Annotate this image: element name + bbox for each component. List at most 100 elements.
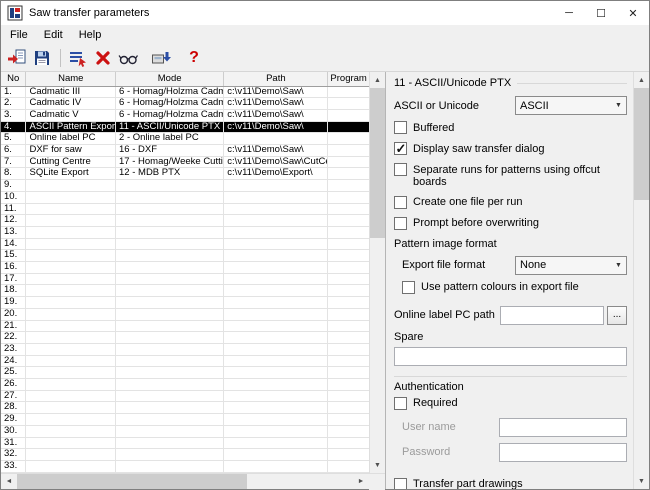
column-header-mode[interactable]: Mode [116, 72, 224, 86]
checkbox-box[interactable] [394, 121, 407, 134]
cell-mode[interactable] [116, 332, 224, 344]
cell-program[interactable] [328, 109, 369, 121]
create-one-file-per-run-checkbox[interactable]: Create one file per run [394, 196, 627, 209]
cell-no[interactable]: 9. [1, 180, 26, 192]
cell-name[interactable]: Cutting Centre [26, 156, 116, 168]
cell-program[interactable] [328, 191, 369, 203]
cell-mode[interactable]: 6 - Homag/Holzma Cadmatic III/IV/V [116, 86, 224, 98]
table-row[interactable]: 3.Cadmatic V6 - Homag/Holzma Cadmatic II… [1, 109, 369, 121]
scrollbar-track[interactable] [370, 88, 385, 457]
cell-mode[interactable] [116, 461, 224, 473]
cell-no[interactable]: 2. [1, 98, 26, 110]
preview-glasses-icon[interactable] [116, 47, 140, 70]
table-row[interactable]: 26. [1, 379, 369, 391]
cell-mode[interactable] [116, 273, 224, 285]
user-name-input[interactable] [499, 418, 627, 437]
cell-mode[interactable] [116, 250, 224, 262]
cell-mode[interactable] [116, 355, 224, 367]
online-label-pc-path-input[interactable] [500, 306, 604, 325]
cell-mode[interactable] [116, 191, 224, 203]
cell-mode[interactable] [116, 308, 224, 320]
cell-name[interactable] [26, 367, 116, 379]
cell-mode[interactable] [116, 203, 224, 215]
table-row[interactable]: 5.Online label PC2 - Online label PC [1, 133, 369, 145]
cell-mode[interactable] [116, 425, 224, 437]
table-row[interactable]: 2.Cadmatic IV6 - Homag/Holzma Cadmatic I… [1, 98, 369, 110]
scroll-down-icon[interactable]: ▼ [634, 473, 649, 489]
cell-program[interactable] [328, 180, 369, 192]
cell-mode[interactable] [116, 449, 224, 461]
cell-program[interactable] [328, 355, 369, 367]
table-row[interactable]: 21. [1, 320, 369, 332]
ascii-or-unicode-dropdown[interactable]: ASCII ▼ [515, 96, 627, 115]
cell-path[interactable] [224, 390, 328, 402]
cell-name[interactable]: Cadmatic IV [26, 98, 116, 110]
table-horizontal-scrollbar[interactable]: ◄ ► [1, 474, 369, 489]
cell-name[interactable]: Cadmatic V [26, 109, 116, 121]
table-row[interactable]: 7.Cutting Centre17 - Homag/Weeke Cutting… [1, 156, 369, 168]
cell-mode[interactable] [116, 320, 224, 332]
cell-name[interactable] [26, 285, 116, 297]
cell-program[interactable] [328, 402, 369, 414]
table-row[interactable]: 8.SQLite Export12 - MDB PTXc:\v11\Demo\E… [1, 168, 369, 180]
cell-name[interactable] [26, 343, 116, 355]
table-row[interactable]: 11. [1, 203, 369, 215]
cell-mode[interactable]: 6 - Homag/Holzma Cadmatic III/IV/V [116, 109, 224, 121]
transfer-part-drawings-checkbox[interactable]: Transfer part drawings [394, 478, 627, 490]
cell-mode[interactable] [116, 414, 224, 426]
cell-name[interactable]: DXF for saw [26, 145, 116, 157]
cell-path[interactable] [224, 203, 328, 215]
cell-no[interactable]: 23. [1, 343, 26, 355]
cell-mode[interactable] [116, 297, 224, 309]
cell-no[interactable]: 5. [1, 133, 26, 145]
checkbox-box[interactable] [394, 196, 407, 209]
cell-program[interactable] [328, 308, 369, 320]
cell-path[interactable] [224, 402, 328, 414]
menu-file[interactable]: File [2, 26, 36, 44]
checkbox-box[interactable] [394, 163, 407, 176]
cell-path[interactable] [224, 250, 328, 262]
column-header-no[interactable]: No [1, 72, 26, 86]
table-row[interactable]: 17. [1, 273, 369, 285]
cell-no[interactable]: 24. [1, 355, 26, 367]
table-row[interactable]: 12. [1, 215, 369, 227]
scroll-up-icon[interactable]: ▲ [634, 72, 649, 88]
cell-name[interactable] [26, 226, 116, 238]
cell-no[interactable]: 7. [1, 156, 26, 168]
cell-program[interactable] [328, 367, 369, 379]
table-row[interactable]: 30. [1, 425, 369, 437]
separate-runs-checkbox[interactable]: Separate runs for patterns using offcut … [394, 163, 627, 188]
table-row[interactable]: 10. [1, 191, 369, 203]
checkbox-box[interactable] [394, 478, 407, 490]
menu-edit[interactable]: Edit [36, 26, 71, 44]
cell-path[interactable] [224, 425, 328, 437]
cell-name[interactable] [26, 425, 116, 437]
cell-no[interactable]: 10. [1, 191, 26, 203]
cell-program[interactable] [328, 425, 369, 437]
cell-no[interactable]: 30. [1, 425, 26, 437]
cell-program[interactable] [328, 390, 369, 402]
cell-no[interactable]: 26. [1, 379, 26, 391]
scrollbar-track[interactable] [634, 88, 649, 473]
cell-mode[interactable] [116, 390, 224, 402]
cell-mode[interactable]: 16 - DXF [116, 145, 224, 157]
cell-path[interactable] [224, 343, 328, 355]
checkbox-box[interactable] [394, 217, 407, 230]
cell-no[interactable]: 13. [1, 226, 26, 238]
buffered-checkbox[interactable]: Buffered [394, 121, 627, 134]
cell-path[interactable] [224, 332, 328, 344]
table-row[interactable]: 23. [1, 343, 369, 355]
table-row[interactable]: 1.Cadmatic III6 - Homag/Holzma Cadmatic … [1, 86, 369, 98]
cell-program[interactable] [328, 437, 369, 449]
list-edit-icon[interactable] [66, 47, 90, 70]
cell-no[interactable]: 25. [1, 367, 26, 379]
cell-mode[interactable]: 17 - Homag/Weeke Cutting Centre [116, 156, 224, 168]
cell-program[interactable] [328, 121, 369, 133]
cell-program[interactable] [328, 238, 369, 250]
table-row[interactable]: 33. [1, 461, 369, 473]
cell-path[interactable]: c:\v11\Demo\Saw\ [224, 121, 328, 133]
cell-program[interactable] [328, 414, 369, 426]
checkbox-box[interactable] [394, 397, 407, 410]
display-saw-transfer-dialog-checkbox[interactable]: Display saw transfer dialog [394, 142, 627, 155]
help-icon[interactable]: ? [182, 47, 206, 70]
